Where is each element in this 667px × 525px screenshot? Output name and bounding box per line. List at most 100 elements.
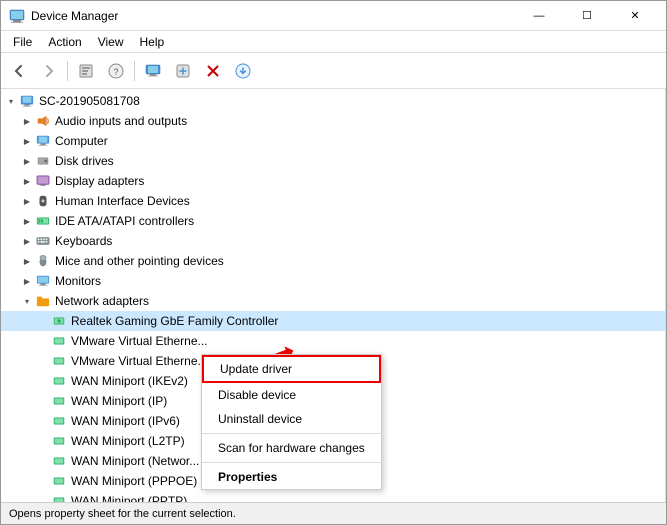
minimize-button[interactable]: — <box>516 1 562 31</box>
tree-item-keyboard[interactable]: ▶ Keyboards <box>1 231 665 251</box>
tree-item-display[interactable]: ▶ Display adapters <box>1 171 665 191</box>
wan-pppoe-label: WAN Miniport (PPPOE) <box>71 474 197 488</box>
wan-l2tp-icon <box>51 433 67 449</box>
computer-small-icon <box>35 133 51 149</box>
monitors-expand-icon[interactable]: ▶ <box>19 273 35 289</box>
network-label: Network adapters <box>55 294 149 308</box>
audio-label: Audio inputs and outputs <box>55 114 187 128</box>
status-bar: Opens property sheet for the current sel… <box>1 502 666 524</box>
title-bar: Device Manager — ☐ ✕ <box>1 1 666 31</box>
tree-item-wan-pptp[interactable]: ▶ WAN Miniport (PPTP) <box>1 491 665 502</box>
tree-item-audio[interactable]: ▶ Audio inputs and outputs <box>1 111 665 131</box>
ctx-scan-hardware[interactable]: Scan for hardware changes <box>202 436 381 460</box>
root-label: SC-201905081708 <box>39 94 140 108</box>
ide-icon <box>35 213 51 229</box>
display-expand-icon[interactable]: ▶ <box>19 173 35 189</box>
tree-item-disk[interactable]: ▶ Disk drives <box>1 151 665 171</box>
wan-ipv6-label: WAN Miniport (IPv6) <box>71 414 180 428</box>
menu-bar: File Action View Help <box>1 31 666 53</box>
title-left: Device Manager <box>9 8 118 24</box>
ctx-update-driver[interactable]: Update driver <box>202 355 381 383</box>
tree-item-monitors[interactable]: ▶ Monitors <box>1 271 665 291</box>
tree-item-computer[interactable]: ▶ Computer <box>1 131 665 151</box>
update-driver-toolbar-button[interactable] <box>139 57 167 85</box>
computer-label: Computer <box>55 134 108 148</box>
context-menu: Update driver Disable device Uninstall d… <box>201 354 382 490</box>
ctx-separator-1 <box>202 433 381 434</box>
monitor-icon <box>145 63 161 79</box>
realtek-label: Realtek Gaming GbE Family Controller <box>71 314 278 328</box>
ctx-separator-2 <box>202 462 381 463</box>
menu-view[interactable]: View <box>90 33 132 51</box>
disk-expand-icon[interactable]: ▶ <box>19 153 35 169</box>
forward-icon <box>42 64 56 78</box>
forward-button[interactable] <box>35 57 63 85</box>
mice-expand-icon[interactable]: ▶ <box>19 253 35 269</box>
maximize-button[interactable]: ☐ <box>564 1 610 31</box>
menu-file[interactable]: File <box>5 33 40 51</box>
hid-icon <box>35 193 51 209</box>
download-button[interactable] <box>229 57 257 85</box>
hid-label: Human Interface Devices <box>55 194 190 208</box>
tree-item-realtek[interactable]: ▶ Realtek Gaming GbE Family Controller <box>1 311 665 331</box>
menu-action[interactable]: Action <box>40 33 89 51</box>
status-text: Opens property sheet for the current sel… <box>9 508 236 520</box>
vmware1-icon <box>51 333 67 349</box>
vmware2-icon <box>51 353 67 369</box>
root-expand-icon[interactable]: ▾ <box>3 93 19 109</box>
wan-ikev2-label: WAN Miniport (IKEv2) <box>71 374 188 388</box>
ctx-properties[interactable]: Properties <box>202 465 381 489</box>
wan-ip-label: WAN Miniport (IP) <box>71 394 167 408</box>
disk-label: Disk drives <box>55 154 114 168</box>
tree-item-vmware1[interactable]: ▶ VMware Virtual Etherne... <box>1 331 665 351</box>
app-icon <box>9 8 25 24</box>
window-title: Device Manager <box>31 9 118 23</box>
properties-icon <box>78 63 94 79</box>
help-button[interactable]: ? <box>102 57 130 85</box>
device-manager-window: Device Manager — ☐ ✕ File Action View He… <box>0 0 667 525</box>
tree-item-hid[interactable]: ▶ Human Interface Devices <box>1 191 665 211</box>
wan-ipv6-icon <box>51 413 67 429</box>
ide-label: IDE ATA/ATAPI controllers <box>55 214 194 228</box>
tree-item-mice[interactable]: ▶ Mice and other pointing devices <box>1 251 665 271</box>
scan-button[interactable] <box>169 57 197 85</box>
mouse-icon <box>35 253 51 269</box>
ctx-uninstall-device[interactable]: Uninstall device <box>202 407 381 431</box>
svg-text:?: ? <box>114 67 119 77</box>
close-button[interactable]: ✕ <box>612 1 658 31</box>
keyboard-expand-icon[interactable]: ▶ <box>19 233 35 249</box>
vmware1-label: VMware Virtual Etherne... <box>71 334 208 348</box>
computer-icon <box>19 93 35 109</box>
toolbar: ? <box>1 53 666 89</box>
wan-ikev2-icon <box>51 373 67 389</box>
monitors-label: Monitors <box>55 274 101 288</box>
tree-item-network[interactable]: ▾ Network adapters <box>1 291 665 311</box>
tree-root[interactable]: ▾ SC-201905081708 <box>1 91 665 111</box>
audio-expand-icon[interactable]: ▶ <box>19 113 35 129</box>
disk-icon <box>35 153 51 169</box>
scan-icon <box>175 63 191 79</box>
monitor-tree-icon <box>35 273 51 289</box>
wan-ip-icon <box>51 393 67 409</box>
vmware2-label: VMware Virtual Etherne... <box>71 354 208 368</box>
toolbar-separator-1 <box>67 61 68 81</box>
properties-button[interactable] <box>72 57 100 85</box>
help-icon: ? <box>108 63 124 79</box>
network-expand-icon[interactable]: ▾ <box>19 293 35 309</box>
back-button[interactable] <box>5 57 33 85</box>
hid-expand-icon[interactable]: ▶ <box>19 193 35 209</box>
main-content: ▾ SC-201905081708 ▶ <box>1 89 666 502</box>
wan-network-label: WAN Miniport (Networ... <box>71 454 199 468</box>
ide-expand-icon[interactable]: ▶ <box>19 213 35 229</box>
computer-expand-icon[interactable]: ▶ <box>19 133 35 149</box>
keyboard-icon <box>35 233 51 249</box>
back-icon <box>12 64 26 78</box>
remove-button[interactable] <box>199 57 227 85</box>
tree-item-ide[interactable]: ▶ IDE ATA/ATAPI controllers <box>1 211 665 231</box>
wan-pptp-label: WAN Miniport (PPTP) <box>71 494 187 502</box>
ctx-disable-device[interactable]: Disable device <box>202 383 381 407</box>
wan-pptp-icon <box>51 493 67 502</box>
menu-help[interactable]: Help <box>132 33 173 51</box>
display-icon <box>35 173 51 189</box>
wan-pppoe-icon <box>51 473 67 489</box>
